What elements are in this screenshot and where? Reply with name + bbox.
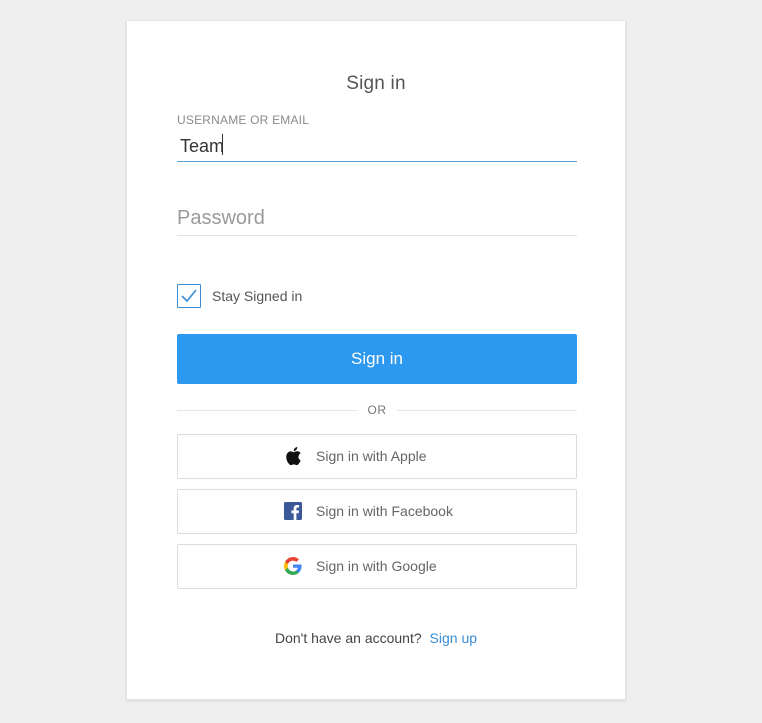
google-icon	[283, 556, 303, 576]
sign-in-google-label: Sign in with Google	[316, 558, 437, 574]
signup-prompt: Don't have an account?	[274, 630, 422, 646]
sign-in-button[interactable]: Sign in	[177, 334, 577, 384]
text-caret	[222, 134, 223, 155]
stay-signed-in-row: Stay Signed in	[177, 283, 302, 309]
username-input[interactable]	[177, 131, 577, 161]
divider-line-right	[396, 409, 577, 411]
username-field	[177, 131, 577, 162]
password-field	[177, 201, 577, 236]
signup-footer: Don't have an account? Sign up	[127, 630, 625, 646]
sign-in-facebook-button[interactable]: Sign in with Facebook	[177, 489, 577, 534]
sign-up-link[interactable]: Sign up	[430, 630, 477, 646]
divider-line-left	[177, 409, 358, 411]
sign-in-apple-button[interactable]: Sign in with Apple	[177, 434, 577, 479]
sign-in-google-button[interactable]: Sign in with Google	[177, 544, 577, 589]
or-text: OR	[367, 403, 387, 417]
sign-in-button-label: Sign in	[351, 349, 403, 368]
facebook-icon	[283, 501, 303, 521]
page-title: Sign in	[346, 73, 406, 94]
sign-in-card: Sign in USERNAME OR EMAIL Stay Signed in…	[126, 20, 626, 700]
stay-signed-in-label: Stay Signed in	[212, 288, 303, 304]
password-input[interactable]	[177, 201, 577, 235]
or-divider: OR	[177, 401, 577, 419]
stay-signed-in-checkbox[interactable]	[177, 284, 201, 308]
apple-icon	[283, 446, 303, 466]
checkmark-icon	[181, 289, 197, 303]
sign-in-apple-label: Sign in with Apple	[316, 448, 427, 464]
sign-in-facebook-label: Sign in with Facebook	[316, 503, 453, 519]
username-label: USERNAME OR EMAIL	[177, 113, 310, 127]
